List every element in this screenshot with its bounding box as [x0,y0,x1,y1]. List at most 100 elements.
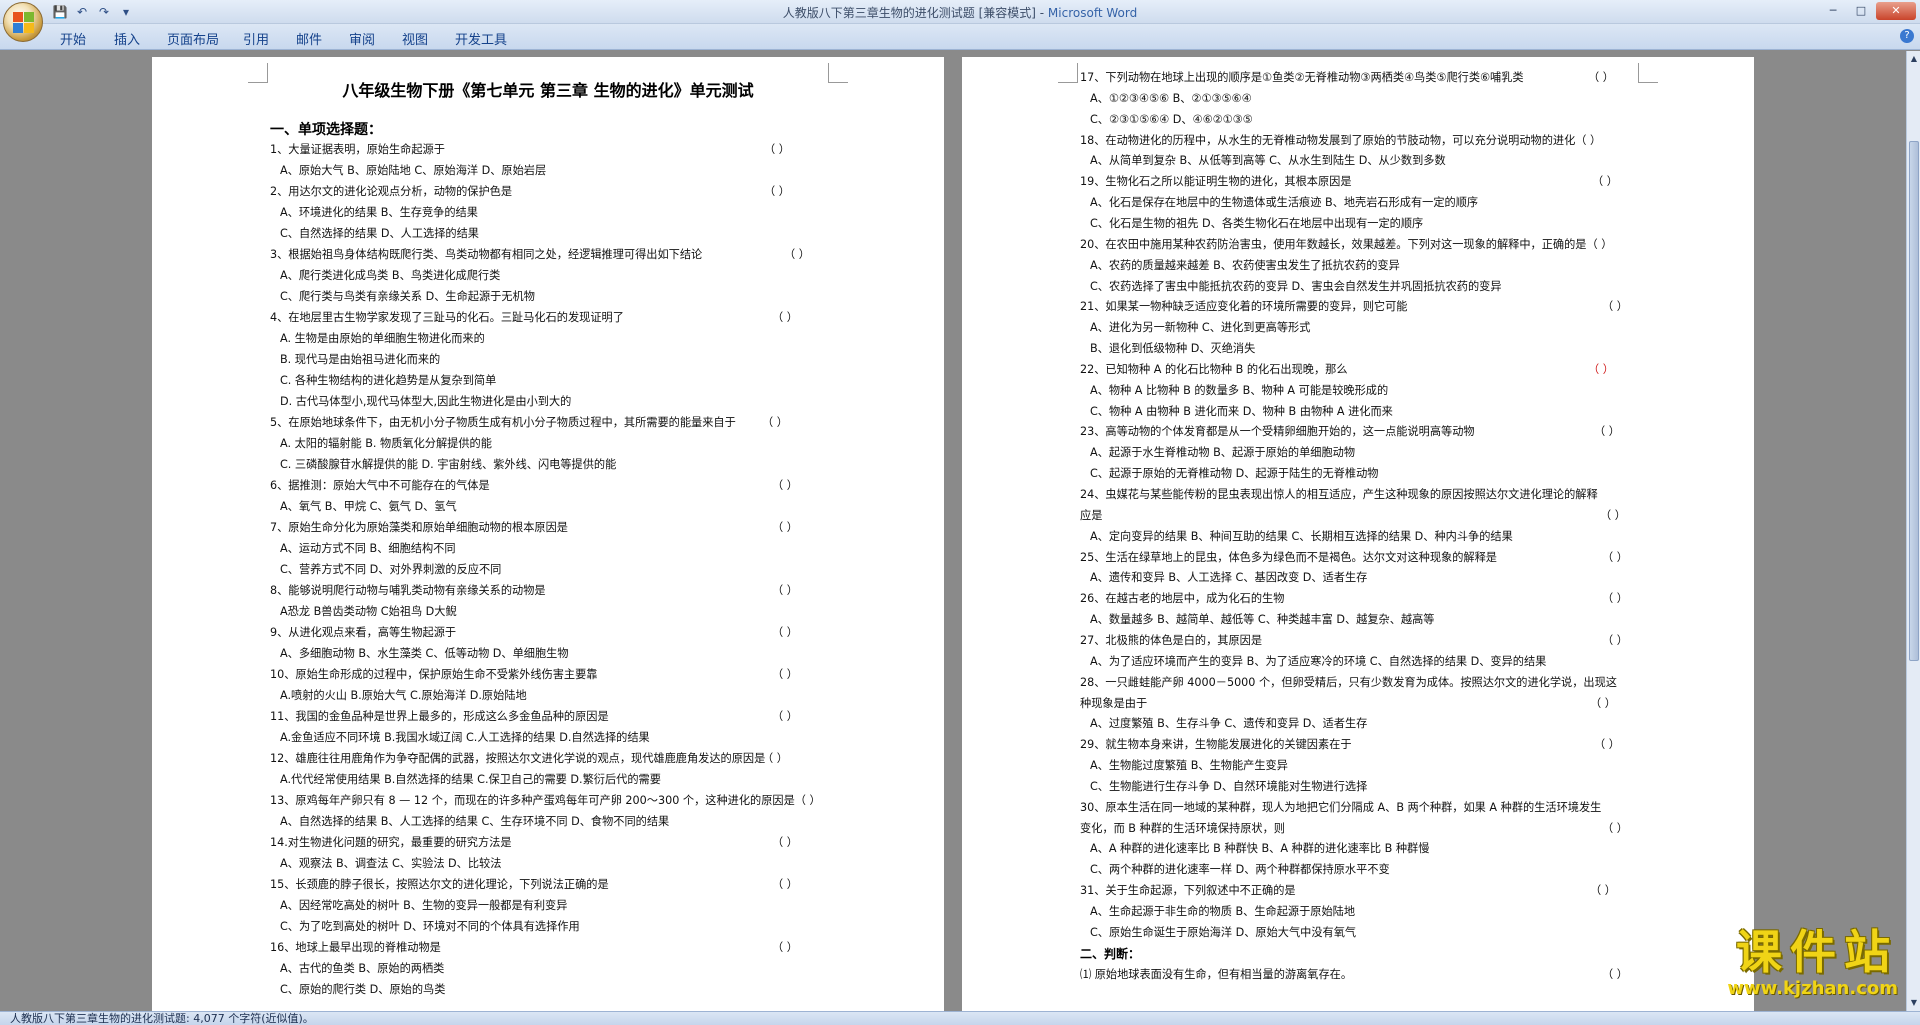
answer-blank: （ ） [1590,697,1616,710]
answer-blank: （ ） [1590,884,1616,897]
question-stem: 7、原始生命分化为原始藻类和原始单细胞动物的根本原因是 [270,521,568,534]
answer-option: C、爬行类与鸟类有亲缘关系 D、生命起源于无机物 [280,290,535,303]
scroll-thumb[interactable] [1909,141,1919,661]
window-title: 人教版八下第三章生物的进化测试题 [兼容模式] - Microsoft Word [0,4,1920,21]
answer-option: B、退化到低级物种 D、灭绝消失 [1090,342,1256,355]
answer-option: A.金鱼适应不同环境 B.我国水域辽阔 C.人工选择的结果 D.自然选择的结果 [280,731,650,744]
question-stem: 30、原本生活在同一地域的某种群，现人为地把它们分隔成 A、B 两个种群，如果 … [1080,801,1602,814]
answer-blank: （ ） [762,752,788,765]
answer-blank: （ ） [772,941,798,954]
answer-option: A、原始大气 B、原始陆地 C、原始海洋 D、原始岩层 [280,164,547,177]
answer-option: C、起源于原始的无脊椎动物 D、起源于陆生的无脊椎动物 [1090,467,1379,480]
question-stem: 19、生物化石之所以能证明生物的进化，其根本原因是 [1080,175,1352,188]
question-stem: 26、在越古老的地层中，成为化石的生物 [1080,592,1285,605]
answer-option: A、运动方式不同 B、细胞结构不同 [280,542,456,555]
answer-option: A、定向变异的结果 B、种间互助的结果 C、长期相互选择的结果 D、种内斗争的结… [1090,530,1513,543]
status-bar: 人教版八下第三章生物的进化测试题: 4,077 个字符(近似值)。 [0,1011,1920,1025]
answer-blank: （ ） [1594,425,1620,438]
question-stem: ⑴ 原始地球表面没有生命，但有相当量的游离氧存在。 [1080,968,1353,981]
question-stem: 31、关于生命起源，下列叙述中不正确的是 [1080,884,1296,897]
answer-blank: （ ） [1592,175,1618,188]
minimize-button[interactable]: ─ [1820,2,1846,20]
answer-option: A、为了适应环境而产生的变异 B、为了适应寒冷的环境 C、自然选择的结果 D、变… [1090,655,1547,668]
question-stem: 11、我国的金鱼品种是世界上最多的，形成这么多金鱼品种的原因是 [270,710,609,723]
tab-references[interactable]: 引用 [243,29,269,48]
answer-blank: （ ） [1588,363,1614,376]
tab-page-layout[interactable]: 页面布局 [167,29,219,48]
answer-option: C、物种 A 由物种 B 进化而来 D、物种 B 由物种 A 进化而来 [1090,405,1393,418]
answer-blank: （ ） [762,416,788,429]
question-stem: 13、原鸡每年产卵只有 8 — 12 个，而现在的许多种产蛋鸡每年可产卵 200… [270,794,821,807]
question-stem: 1、大量证据表明，原始生命起源于 [270,143,445,156]
answer-option: C、化石是生物的祖先 D、各类生物化石在地层中出现有一定的顺序 [1090,217,1424,230]
question-stem: 3、根据始祖鸟身体结构既爬行类、鸟类动物都有相同之处，经逻辑推理可得出如下结论 [270,248,703,261]
question-stem: 8、能够说明爬行动物与哺乳类动物有亲缘关系的动物是 [270,584,546,597]
maximize-button[interactable]: □ [1848,2,1874,20]
answer-option: A、氧气 B、甲烷 C、氨气 D、氢气 [280,500,457,513]
answer-option: A、因经常吃高处的树叶 B、生物的变异一般都是有利变异 [280,899,568,912]
question-stem: 20、在农田中施用某种农药防治害虫，使用年数越长，效果越差。下列对这一现象的解释… [1080,238,1613,251]
answer-option: C、原始的爬行类 D、原始的鸟类 [280,983,446,996]
answer-option: A.喷射的火山 B.原始大气 C.原始海洋 D.原始陆地 [280,689,527,702]
crop-mark [1638,63,1658,83]
status-text: 人教版八下第三章生物的进化测试题: 4,077 个字符(近似值)。 [10,1012,314,1025]
answer-blank: （ ） [764,143,790,156]
question-stem: 21、如果某一物种缺乏适应变化着的环境所需要的变异，则它可能 [1080,300,1408,313]
ribbon-tab-bar: 开始 插入 页面布局 引用 邮件 审阅 视图 开发工具 ? [0,24,1920,50]
answer-option: A、自然选择的结果 B、人工选择的结果 C、生存环境不同 D、食物不同的结果 [280,815,670,828]
answer-blank: （ ） [772,710,798,723]
document-area: 八年级生物下册《第七单元 第三章 生物的进化》单元测试 一、单项选择题： 1、大… [0,51,1906,1017]
answer-option: A、数量越多 B、越简单、越低等 C、种类越丰富 D、越复杂、越高等 [1090,613,1435,626]
vertical-scrollbar[interactable]: ▲ ▼ [1906,51,1920,1011]
question-stem: 6、据推测：原始大气中不可能存在的气体是 [270,479,490,492]
answer-option: A.代代经常使用结果 B.自然选择的结果 C.保卫自己的需要 D.繁衍后代的需要 [280,773,661,786]
watermark-url: www.kjzhan.com [1727,978,1898,999]
tab-home[interactable]: 开始 [60,29,86,48]
tab-mailings[interactable]: 邮件 [296,29,322,48]
close-button[interactable]: ✕ [1876,2,1916,20]
app-title: Microsoft Word [1047,6,1138,20]
answer-option: A、多细胞动物 B、水生藻类 C、低等动物 D、单细胞生物 [280,647,569,660]
answer-option: A、生物能过度繁殖 B、生物能产生变异 [1090,759,1288,772]
scroll-up-icon[interactable]: ▲ [1908,53,1920,65]
answer-blank: （ ） [1602,634,1628,647]
answer-blank: （ ） [772,584,798,597]
answer-blank: （ ） [1600,509,1626,522]
office-logo-icon [13,12,35,34]
question-stem: 28、一只雌蛙能产卵 4000－5000 个，但卵受精后，只有少数发育为成体。按… [1080,676,1617,689]
answer-option: D. 古代马体型小,现代马体型大,因此生物进化是由小到大的 [280,395,572,408]
question-stem: 10、原始生命形成的过程中，保护原始生命不受紫外线伤害主要靠 [270,668,598,681]
answer-option: C、原始生命诞生于原始海洋 D、原始大气中没有氧气 [1090,926,1357,939]
crop-mark [1058,63,1078,83]
answer-option: C. 各种生物结构的进化趋势是从复杂到简单 [280,374,497,387]
answer-blank: （ ） [1602,551,1628,564]
help-icon[interactable]: ? [1900,29,1914,43]
answer-blank: （ ） [772,311,798,324]
question-stem: 5、在原始地球条件下，由无机小分子物质生成有机小分子物质过程中，其所需要的能量来… [270,416,736,429]
question-stem: 2、用达尔文的进化论观点分析，动物的保护色是 [270,185,513,198]
answer-blank: （ ） [1602,968,1628,981]
answer-option: A、古代的鱼类 B、原始的两栖类 [280,962,445,975]
answer-blank: （ ） [764,185,790,198]
answer-blank: （ ） [1602,822,1628,835]
page-right[interactable]: 17、下列动物在地球上出现的顺序是①鱼类②无脊椎动物③两栖类④鸟类⑤爬行类⑥哺乳… [962,57,1754,1017]
question-stem: 二、判断： [1080,947,1141,961]
scroll-down-icon[interactable]: ▼ [1908,997,1920,1009]
office-button[interactable] [3,2,43,42]
answer-option: A、生命起源于非生命的物质 B、生命起源于原始陆地 [1090,905,1356,918]
answer-option: A、从简单到复杂 B、从低等到高等 C、从水生到陆生 D、从少数到多数 [1090,154,1446,167]
tab-review[interactable]: 审阅 [349,29,375,48]
document-title: 人教版八下第三章生物的进化测试题 [兼容模式] - [782,6,1048,20]
answer-option: A、起源于水生脊椎动物 B、起源于原始的单细胞动物 [1090,446,1356,459]
question-stem: 应是 [1080,509,1103,522]
answer-option: A. 太阳的辐射能 B. 物质氧化分解提供的能 [280,437,492,450]
answer-option: A、①②③④⑤⑥ B、②①③⑤⑥④ [1090,92,1252,105]
tab-insert[interactable]: 插入 [114,29,140,48]
question-stem: 9、从进化观点来看，高等生物起源于 [270,626,457,639]
tab-view[interactable]: 视图 [402,29,428,48]
answer-blank: （ ） [772,521,798,534]
question-stem: 23、高等动物的个体发育都是从一个受精卵细胞开始的，这一点能说明高等动物 [1080,425,1475,438]
page-left[interactable]: 八年级生物下册《第七单元 第三章 生物的进化》单元测试 一、单项选择题： 1、大… [152,57,944,1017]
tab-developer[interactable]: 开发工具 [455,29,507,48]
answer-blank: （ ） [772,479,798,492]
